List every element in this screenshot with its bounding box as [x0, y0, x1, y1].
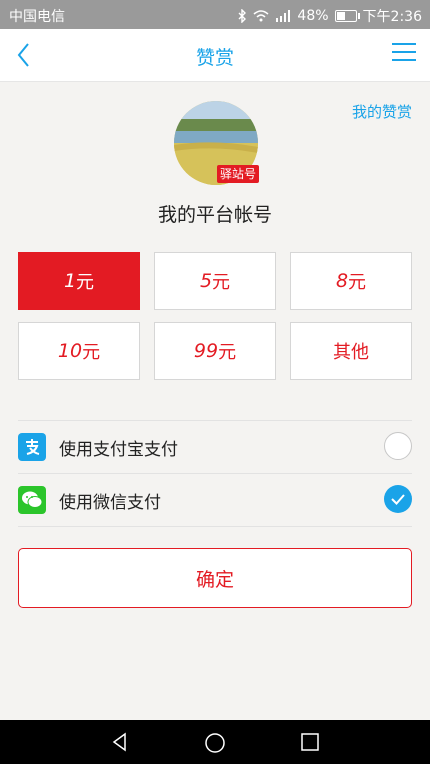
wechat-icon — [18, 486, 46, 514]
amount-number: 1 — [63, 270, 77, 292]
battery-icon — [334, 10, 360, 22]
alipay-icon — [18, 433, 46, 461]
system-nav-bar — [0, 720, 430, 764]
account-badge: 驿站号 — [217, 165, 259, 183]
amount-option-5[interactable]: 5元 — [154, 252, 276, 310]
amount-unit: 元 — [348, 272, 367, 293]
confirm-button[interactable]: 确定 — [18, 548, 412, 608]
radio-button[interactable] — [384, 485, 412, 513]
amount-unit: 元 — [218, 342, 237, 363]
clock: 下午2:36 — [362, 9, 422, 25]
amount-number: 99 — [193, 340, 219, 362]
amount-unit: 元 — [76, 272, 95, 293]
amount-option-1[interactable]: 1元 — [18, 252, 140, 310]
amount-unit: 元 — [212, 272, 231, 293]
battery-percent: 48% — [297, 8, 329, 24]
carrier-name: 中国电信 — [9, 9, 65, 25]
checkmark-icon — [391, 494, 405, 505]
signal-icon — [276, 10, 291, 22]
payment-label: 使用支付宝支付 — [59, 439, 178, 460]
nav-bar: 赞赏 — [0, 29, 430, 82]
amount-option-other[interactable]: 其他 — [290, 322, 412, 380]
recent-apps-icon[interactable] — [300, 732, 320, 752]
page-title: 赞赏 — [195, 47, 234, 69]
wifi-icon — [253, 10, 269, 22]
home-circle-icon[interactable] — [204, 732, 226, 754]
hamburger-icon-line — [392, 51, 416, 53]
payment-option-alipay[interactable]: 使用支付宝支付 — [18, 420, 412, 473]
amount-unit: 元 — [82, 342, 101, 363]
payment-method-list: 使用支付宝支付 使用微信支付 — [18, 420, 412, 527]
bluetooth-icon — [238, 9, 247, 23]
back-triangle-icon[interactable] — [110, 732, 130, 752]
radio-button[interactable] — [384, 432, 412, 460]
status-bar: 中国电信 48% 下午2:36 — [0, 0, 430, 29]
my-reward-link[interactable]: 我的赞赏 — [352, 101, 412, 122]
payment-label: 使用微信支付 — [59, 492, 161, 513]
menu-button[interactable] — [392, 43, 416, 65]
amount-grid: 1元 5元 8元 10 元 99 元 其他 — [18, 252, 412, 380]
status-right: 48% 下午2:36 — [237, 6, 422, 26]
hamburger-icon-line — [392, 43, 416, 45]
amount-number: 8 — [335, 270, 349, 292]
payment-option-wechat[interactable]: 使用微信支付 — [18, 473, 412, 527]
hamburger-icon-line — [392, 59, 416, 61]
amount-number: 10 — [57, 340, 83, 362]
amount-unit: 其他 — [333, 342, 369, 363]
amount-option-99[interactable]: 99 元 — [154, 322, 276, 380]
account-name: 我的平台帐号 — [157, 204, 272, 226]
amount-number: 5 — [199, 270, 213, 292]
amount-option-8[interactable]: 8元 — [290, 252, 412, 310]
amount-option-10[interactable]: 10 元 — [18, 322, 140, 380]
